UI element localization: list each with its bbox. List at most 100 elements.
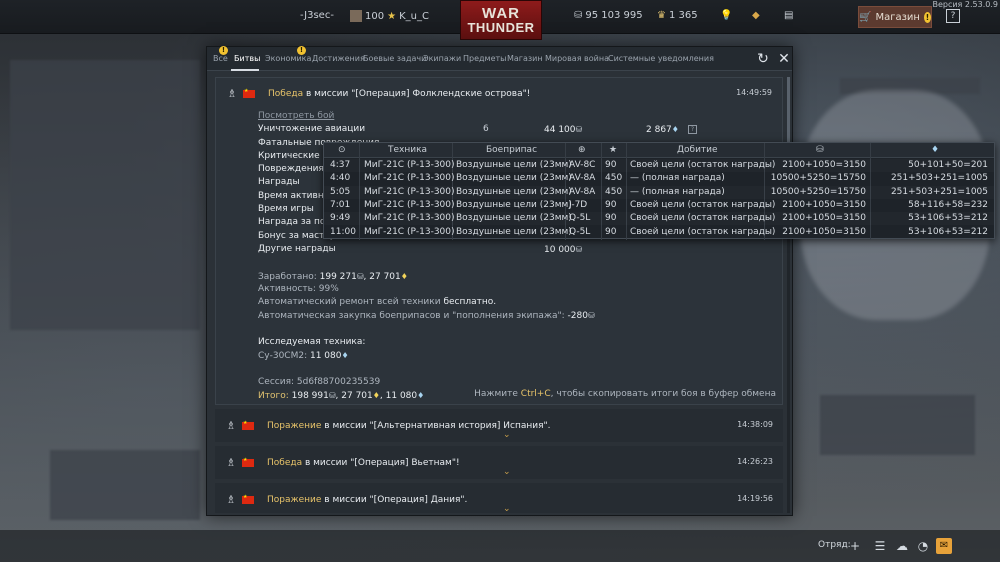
research-points-icon: ♦ — [931, 145, 940, 155]
tooltip-cell-ammo: Воздушные цели (23мм) — [456, 186, 572, 197]
tooltip-cell-target: AV-8C — [569, 160, 596, 170]
war-thunder-logo[interactable]: WAR THUNDER — [460, 0, 542, 40]
order-icon[interactable]: ◆ — [752, 10, 760, 21]
tab-bar: ! Все Битвы ! Экономика Достижения Боевы… — [207, 46, 792, 71]
silver-lions-icon: ⛁ — [587, 311, 595, 321]
research-points-icon: ♦ — [372, 391, 380, 401]
tooltip-cell-time: 11:00 — [330, 226, 356, 237]
tooltip-cell-finish: Своей цели (остаток награды) — [630, 213, 776, 224]
close-icon[interactable]: ✕ — [776, 51, 792, 67]
player-profile[interactable]: 100 ★ K_u_C — [350, 10, 429, 22]
parachute-icon: ♗ — [226, 493, 236, 506]
tab-store[interactable]: Магазин — [507, 54, 543, 63]
tooltip-cell-vehicle: МиГ-21С (Р-13-300) — [364, 160, 455, 170]
tooltip-cell-target: J-7D — [569, 199, 588, 210]
china-flag-icon — [242, 420, 254, 430]
battle-title: Поражение в миссии "[Операция] Дания". — [267, 495, 468, 505]
battle-entry[interactable]: ♗ Победа в миссии "[Операция] Вьетнам"! … — [215, 446, 783, 479]
tooltip-cell-sl: 2100+1050=3150 — [782, 160, 866, 170]
contacts-icon[interactable]: ☁ — [894, 538, 910, 554]
lightbulb-icon[interactable]: 💡 — [720, 10, 732, 21]
help-icon[interactable]: ? — [688, 125, 697, 135]
ammo-line: Автоматическая закупка боеприпасов и "по… — [258, 311, 595, 322]
silver-lions-icon: ⛁ — [575, 244, 583, 254]
tab-world-war[interactable]: Мировая война — [545, 54, 609, 63]
tooltip-cell-vehicle: МиГ-21С (Р-13-300) — [364, 186, 455, 197]
tab-system-notifications[interactable]: Системные уведомления — [608, 54, 714, 63]
player-title[interactable]: -J3sec- — [300, 10, 334, 21]
battle-entry[interactable]: ♗ Победа в миссии "[Операция] Фолклендск… — [215, 77, 783, 405]
battle-entry[interactable]: ♗ Поражение в миссии "[Альтернативная ис… — [215, 409, 783, 442]
tooltip-row: 4:37 МиГ-21С (Р-13-300) Воздушные цели (23… — [324, 159, 994, 172]
researched-vehicle: Су-30СМ2: 11 080♦ — [258, 351, 349, 362]
active-tab-indicator — [231, 69, 259, 71]
list-icon[interactable]: ☰ — [872, 538, 888, 554]
tooltip-header: ⊙ Техника Боеприпас ⊕ ★ Добитие ⛁ ♦ — [324, 143, 994, 158]
tooltip-cell-vehicle: МиГ-21С (Р-13-300) — [364, 173, 455, 184]
silver-lions-balance[interactable]: ⛁ 95 103 995 — [574, 10, 643, 21]
tooltip-cell-ammo: Воздушные цели (23мм) — [456, 173, 572, 184]
tab-all[interactable]: ! Все — [213, 46, 228, 63]
reward-row: Уничтожение авиации 6 44 100⛁ 2 867♦ ? — [258, 123, 778, 136]
chevron-down-icon[interactable]: ⌄ — [503, 430, 511, 440]
mail-icon[interactable]: ✉ — [936, 538, 952, 554]
golden-eagles-balance[interactable]: ♛ 1 365 — [657, 10, 698, 21]
player-nickname: K_u_C — [399, 10, 429, 22]
tab-items[interactable]: Предметы — [463, 54, 506, 63]
help-button[interactable]: ? — [946, 9, 960, 23]
china-flag-icon — [242, 457, 254, 467]
add-squad-member-icon[interactable]: + — [847, 538, 863, 554]
tooltip-cell-time: 4:40 — [330, 173, 351, 184]
battle-time: 14:38:09 — [737, 420, 773, 429]
shop-button[interactable]: 🛒 Магазин ! — [858, 6, 932, 28]
refresh-icon[interactable]: ↻ — [755, 51, 771, 67]
chat-icon[interactable]: ◔ — [915, 538, 931, 554]
version-label: Версия 2.53.0.9 — [932, 0, 998, 9]
view-battle-link[interactable]: Посмотреть бой — [258, 111, 334, 121]
silver-lions-icon: ⛁ — [574, 10, 583, 21]
silver-lions-icon: ⛁ — [816, 145, 824, 155]
reward-row: Другие награды 10 000⛁ — [258, 243, 583, 255]
eagle-icon: ♛ — [657, 10, 666, 21]
tooltip-cell-target: AV-8A — [569, 173, 596, 184]
battle-title: Победа в миссии "[Операция] Фолклендские… — [268, 89, 531, 99]
chevron-down-icon[interactable]: ⌄ — [503, 467, 511, 477]
tooltip-cell-pts: 90 — [605, 213, 617, 224]
research-points-icon: ♦ — [400, 271, 408, 281]
tab-battle-tasks[interactable]: Боевые задачи — [363, 54, 426, 63]
tab-crews[interactable]: Экипажи — [423, 54, 461, 63]
silver-lions-icon: ⛁ — [356, 271, 364, 281]
battle-entry[interactable]: ♗ Поражение в миссии "[Операция] Дания".… — [215, 483, 783, 513]
tooltip-cell-rp: 251+503+251=1005 — [890, 186, 988, 197]
tooltip-cell-finish: Своей цели (остаток награды) — [630, 160, 776, 170]
chevron-down-icon[interactable]: ⌄ — [503, 504, 511, 513]
battle-entry-header: ♗ Победа в миссии "[Операция] Фолклендск… — [226, 86, 774, 102]
ticket-icon[interactable]: ▤ — [784, 10, 793, 21]
header-ammo: Боеприпас — [486, 145, 538, 155]
tooltip-cell-sl: 10500+5250=15750 — [770, 186, 866, 197]
parachute-icon: ♗ — [226, 456, 236, 469]
star-icon: ★ — [387, 10, 397, 22]
battle-title: Победа в миссии "[Операция] Вьетнам"! — [267, 458, 460, 468]
tooltip-cell-rp: 50+101+50=201 — [908, 160, 988, 170]
header-finish: Добитие — [677, 145, 718, 155]
tooltip-cell-time: 9:49 — [330, 213, 351, 224]
free-research-icon: ♦ — [417, 391, 425, 401]
session-id: Сессия: 5d6f88700235539 — [258, 376, 381, 387]
tab-battles[interactable]: Битвы — [234, 54, 260, 63]
tooltip-cell-sl: 10500+5250=15750 — [770, 173, 866, 184]
parachute-icon: ♗ — [227, 87, 237, 100]
tooltip-cell-sl: 2100+1050=3150 — [782, 213, 866, 224]
tooltip-cell-finish: — (полная награда) — [630, 173, 725, 184]
tooltip-cell-target: Q-5L — [569, 213, 591, 224]
china-flag-icon — [242, 494, 254, 504]
tooltip-row: 5:05 МиГ-21С (Р-13-300) Воздушные цели (23… — [324, 186, 994, 199]
tooltip-cell-finish: Своей цели (остаток награды) — [630, 199, 776, 210]
tooltip-cell-finish: Своей цели (остаток награды) — [630, 226, 776, 237]
tooltip-cell-target: Q-5L — [569, 226, 591, 237]
tab-economy[interactable]: ! Экономика — [265, 46, 311, 63]
tab-achievements[interactable]: Достижения — [312, 54, 365, 63]
tooltip-cell-time: 7:01 — [330, 199, 351, 210]
battle-entry-header: ♗ Поражение в миссии "[Операция] Дания". — [225, 492, 773, 508]
tooltip-cell-pts: 450 — [605, 186, 623, 197]
